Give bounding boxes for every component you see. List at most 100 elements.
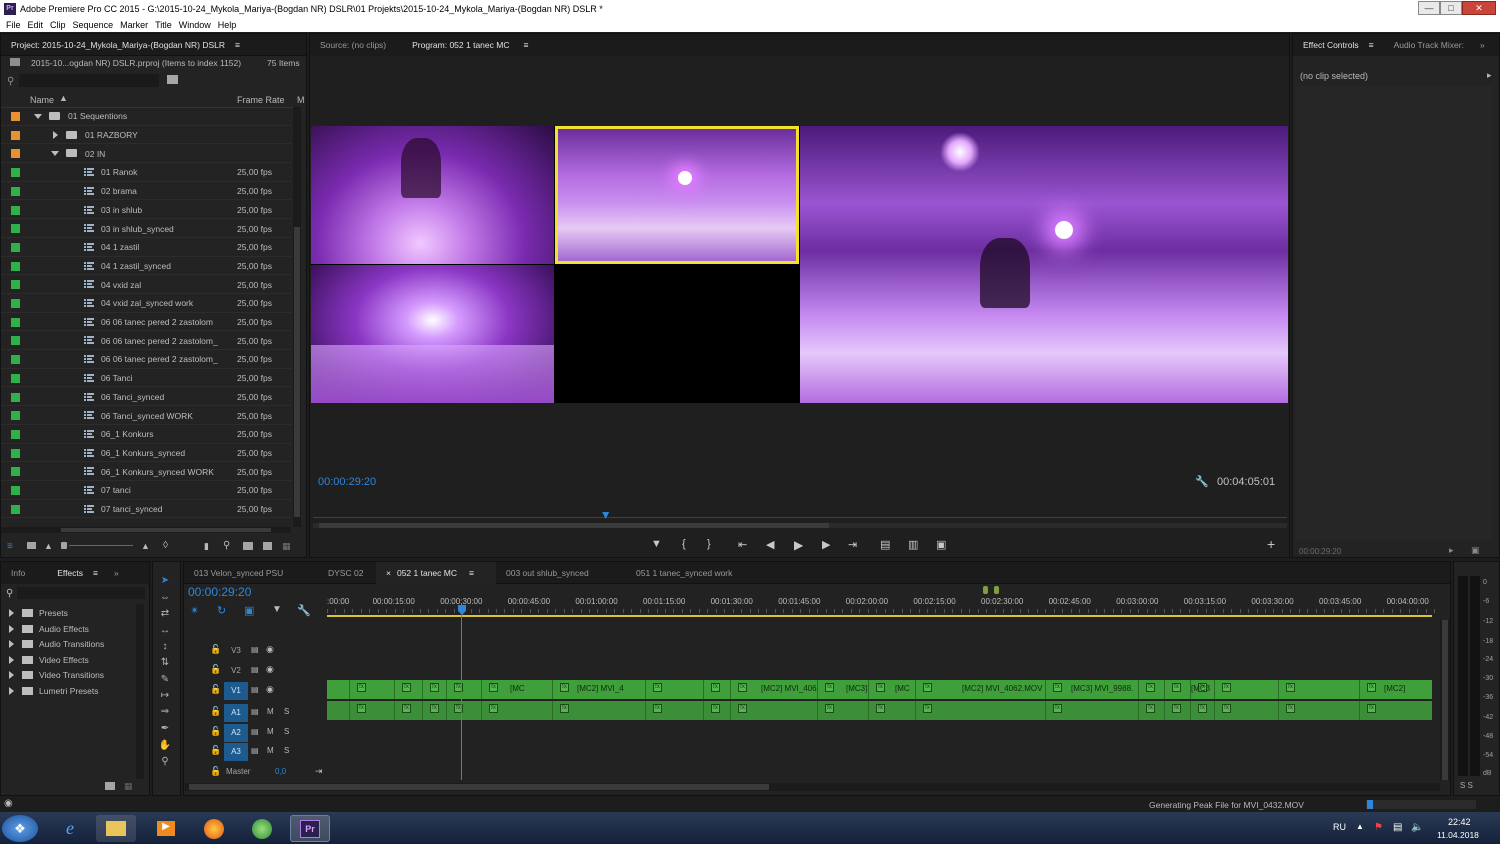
lock-icon[interactable]: 🔓 bbox=[210, 644, 221, 655]
lock-icon[interactable]: 🔓 bbox=[210, 726, 221, 737]
track-header[interactable]: 🔓 A3 ▤ M S bbox=[183, 743, 327, 761]
project-sequence[interactable]: 01 Ranok 25,00 fps bbox=[1, 163, 291, 182]
timeline-v-scrollbar[interactable] bbox=[1440, 620, 1450, 780]
freeform-view-icon[interactable]: ▲ bbox=[44, 541, 53, 551]
play-audio-icon[interactable]: ▸ bbox=[1449, 545, 1454, 556]
fx-badge-icon[interactable]: fx bbox=[1222, 704, 1231, 713]
pen2-tool-icon[interactable]: ✒ bbox=[158, 723, 172, 735]
timeline-tab[interactable]: × 052 1 tanec MC ≡ bbox=[376, 561, 496, 584]
maximize-button[interactable]: □ bbox=[1440, 1, 1462, 15]
extract-icon[interactable]: ▥ bbox=[908, 538, 918, 551]
fx-badge-icon[interactable]: fx bbox=[1286, 683, 1295, 692]
media-player-icon[interactable]: ▶ bbox=[146, 815, 186, 842]
fx-badge-icon[interactable]: fx bbox=[489, 704, 498, 713]
label-color-swatch[interactable] bbox=[11, 205, 20, 215]
column-frame-rate[interactable]: Frame Rate bbox=[237, 95, 285, 105]
camera-3-thumbnail[interactable] bbox=[311, 265, 554, 403]
work-area-bar[interactable] bbox=[327, 615, 1432, 617]
add-marker-icon[interactable]: ▼ bbox=[651, 538, 662, 550]
sync-lock-icon[interactable]: ▤ bbox=[251, 727, 259, 736]
track-select-tool-icon[interactable]: ⇔ bbox=[158, 592, 172, 604]
fx-badge-icon[interactable]: fx bbox=[1053, 704, 1062, 713]
project-sequence[interactable]: 06_1 Konkurs 25,00 fps bbox=[1, 425, 291, 444]
project-search-input[interactable] bbox=[19, 74, 159, 87]
zoom-tool-icon[interactable]: ⚲ bbox=[158, 756, 172, 768]
fx-badge-icon[interactable]: fx bbox=[1146, 704, 1155, 713]
new-item-icon[interactable] bbox=[263, 542, 272, 550]
network-icon[interactable]: ▤ bbox=[1393, 822, 1402, 833]
hand-tool-icon[interactable]: ✋ bbox=[158, 740, 172, 752]
fx-badge-icon[interactable]: fx bbox=[738, 683, 747, 692]
pen-tool-icon[interactable]: ⇒ bbox=[158, 706, 172, 718]
tab-info[interactable]: Info bbox=[1, 562, 35, 584]
fx-badge-icon[interactable]: fx bbox=[402, 683, 411, 692]
fx-badge-icon[interactable]: fx bbox=[1198, 704, 1207, 713]
disclosure-closed-icon[interactable] bbox=[9, 671, 14, 680]
menu-file[interactable]: File bbox=[6, 20, 21, 30]
project-sequence[interactable]: 04 vxid zal 25,00 fps bbox=[1, 275, 291, 294]
tab-audio-track-mixer[interactable]: Audio Track Mixer: bbox=[1384, 34, 1474, 56]
sort-icons-icon[interactable]: ▲ bbox=[141, 541, 150, 551]
effects-new-bin-icon[interactable] bbox=[105, 782, 115, 790]
track-name[interactable]: V2 bbox=[224, 662, 248, 680]
new-bin-button-icon[interactable] bbox=[243, 542, 253, 550]
effects-folder-video-effects[interactable]: Video Effects bbox=[9, 655, 89, 665]
project-sequence[interactable]: 03 in shlub_synced 25,00 fps bbox=[1, 219, 291, 238]
lock-icon[interactable]: 🔓 bbox=[210, 766, 221, 777]
sync-lock-icon[interactable]: ▤ bbox=[251, 685, 259, 694]
start-button-icon[interactable]: ❖ bbox=[2, 815, 38, 842]
project-scrollbar[interactable] bbox=[293, 107, 301, 527]
disclosure-closed-icon[interactable] bbox=[9, 624, 14, 633]
fx-badge-icon[interactable]: fx bbox=[876, 704, 885, 713]
sync-lock-icon[interactable]: ▤ bbox=[251, 645, 259, 654]
fx-badge-icon[interactable]: fx bbox=[430, 683, 439, 692]
button-editor-icon[interactable]: + bbox=[1267, 536, 1275, 552]
label-color-swatch[interactable] bbox=[11, 504, 20, 514]
effects-folder-lumetri-presets[interactable]: Lumetri Presets bbox=[9, 686, 99, 696]
action-center-flag-icon[interactable]: ⚑ bbox=[1374, 822, 1383, 833]
solo-icon[interactable]: S bbox=[284, 746, 289, 755]
menu-window[interactable]: Window bbox=[179, 20, 211, 30]
fx-badge-icon[interactable]: fx bbox=[653, 704, 662, 713]
fx-badge-icon[interactable]: fx bbox=[1367, 683, 1376, 692]
project-sequence[interactable]: 06 06 tanec pered 2 zastolom_ 25,00 fps bbox=[1, 350, 291, 369]
step-back-icon[interactable]: ◀ bbox=[766, 538, 774, 551]
tab-source-monitor[interactable]: Source: (no clips) bbox=[310, 34, 396, 56]
firefox-icon[interactable] bbox=[194, 815, 234, 842]
track-header[interactable]: 🔓 A2 ▤ M S bbox=[183, 724, 327, 742]
timeline-h-scrollbar[interactable] bbox=[185, 783, 1440, 791]
track-header[interactable]: 🔓 A1 ▤ M S bbox=[183, 704, 327, 722]
fx-badge-icon[interactable]: fx bbox=[1172, 683, 1181, 692]
program-scrubber[interactable] bbox=[313, 512, 1287, 522]
marker-icon[interactable] bbox=[983, 586, 988, 594]
effects-scrollbar[interactable] bbox=[136, 604, 144, 779]
fx-badge-icon[interactable]: fx bbox=[560, 704, 569, 713]
linked-selection-icon[interactable]: ▣ bbox=[244, 604, 254, 617]
program-video-frame[interactable] bbox=[800, 126, 1288, 403]
close-button[interactable]: ✕ bbox=[1462, 1, 1496, 15]
column-name[interactable]: Name bbox=[30, 95, 54, 105]
label-color-swatch[interactable] bbox=[11, 448, 20, 458]
automate-to-sequence-icon[interactable]: ◊ bbox=[163, 540, 168, 551]
solo-buttons[interactable]: S S bbox=[1460, 781, 1473, 790]
label-color-swatch[interactable] bbox=[11, 355, 20, 365]
label-color-swatch[interactable] bbox=[11, 242, 20, 252]
label-color-swatch[interactable] bbox=[11, 112, 20, 121]
internet-explorer-icon[interactable]: e bbox=[50, 815, 90, 842]
play-icon[interactable]: ▶ bbox=[794, 538, 803, 552]
fx-badge-icon[interactable]: fx bbox=[876, 683, 885, 692]
fx-badge-icon[interactable]: fx bbox=[738, 704, 747, 713]
project-sequence[interactable]: 06 Tanci_synced WORK 25,00 fps bbox=[1, 406, 291, 425]
master-volume[interactable]: 0,0 bbox=[275, 767, 286, 776]
fx-badge-icon[interactable]: fx bbox=[923, 704, 932, 713]
go-to-out-icon[interactable]: ⇥ bbox=[848, 538, 857, 551]
timeline-tab[interactable]: 003 out shlub_synced bbox=[496, 562, 626, 584]
project-sequence[interactable]: 03 in shlub 25,00 fps bbox=[1, 201, 291, 220]
fx-badge-icon[interactable]: fx bbox=[1172, 704, 1181, 713]
v1-clip-track[interactable]: fx fx fx fx fx fx fx fx fx fx fx fx fx fx fx fx fx fx fx [M… bbox=[327, 680, 1432, 699]
zoom-slider[interactable] bbox=[69, 545, 133, 546]
track-header[interactable]: 🔓 V2 ▤ ◉ bbox=[183, 662, 327, 680]
label-color-swatch[interactable] bbox=[11, 336, 20, 346]
disclosure-closed-icon[interactable] bbox=[9, 640, 14, 649]
selection-tool-icon[interactable]: ➤ bbox=[158, 575, 172, 587]
